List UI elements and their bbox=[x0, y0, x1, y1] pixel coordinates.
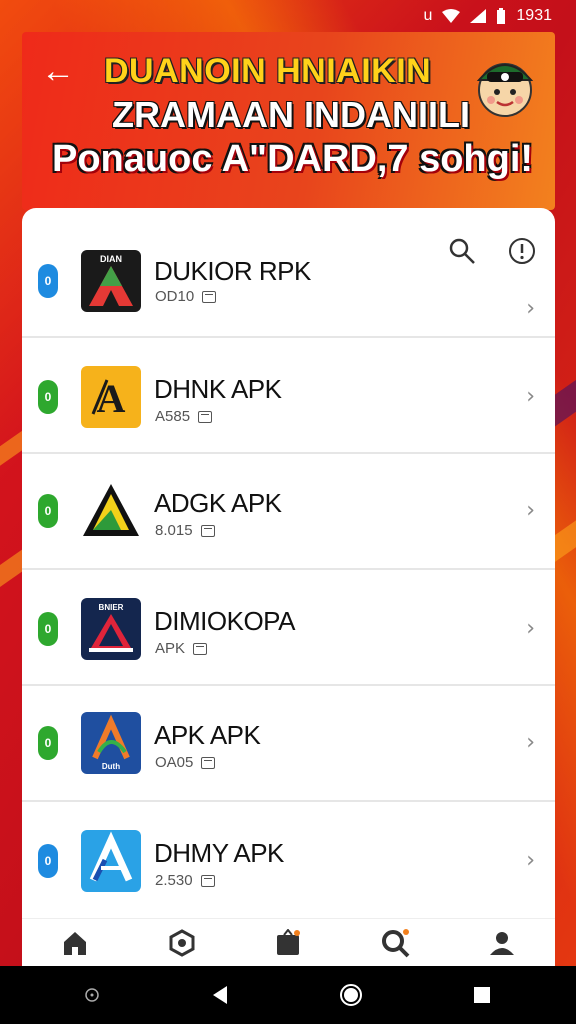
mascot-face-icon bbox=[476, 63, 534, 117]
status-pill: 0 bbox=[38, 494, 58, 528]
list-item[interactable]: 0 A DHNK APK A585 › bbox=[22, 338, 555, 454]
list-item[interactable]: 0 DIAN DUKIOR RPK OD10 › bbox=[22, 208, 555, 338]
package-icon bbox=[201, 756, 216, 769]
status-pill: 0 bbox=[38, 264, 58, 298]
package-icon bbox=[200, 524, 215, 537]
list-item[interactable]: 0 BNIER DIMIOKOPA APK › bbox=[22, 570, 555, 686]
status-pill: 0 bbox=[38, 844, 58, 878]
chevron-right-icon: › bbox=[526, 616, 535, 641]
promo-banner[interactable]: ← DUANOIN HNIAIKIN ZRAMAAN INDANIILI Pon… bbox=[22, 32, 555, 210]
app-name: APK APK bbox=[154, 720, 261, 750]
app-meta: A585 bbox=[155, 408, 213, 425]
chevron-right-icon: › bbox=[526, 296, 535, 321]
info-icon[interactable] bbox=[507, 236, 537, 266]
banner-subheadline: ZRAMAAN INDANIILI bbox=[112, 94, 470, 135]
search-icon bbox=[382, 928, 410, 957]
profile-icon bbox=[489, 931, 514, 955]
app-name: ADGK APK bbox=[154, 488, 282, 518]
chevron-right-icon: › bbox=[526, 384, 535, 409]
search-icon[interactable] bbox=[447, 236, 477, 266]
home-icon bbox=[64, 931, 87, 955]
package-icon bbox=[202, 290, 217, 303]
system-nav-bar bbox=[0, 966, 576, 1024]
status-pill: 0 bbox=[38, 380, 58, 414]
app-name: DHMY APK bbox=[154, 838, 284, 868]
banner-headline: DUANOIN HNIAIKIN bbox=[104, 52, 432, 90]
app-meta: 2.530 bbox=[155, 872, 215, 889]
battery-icon bbox=[497, 8, 506, 24]
status-pill: 0 bbox=[38, 612, 58, 646]
package-icon bbox=[198, 410, 213, 423]
letter-a-navy-icon: BNIER bbox=[81, 598, 141, 660]
svg-text:DIAN: DIAN bbox=[100, 254, 122, 264]
apps-icon bbox=[277, 928, 301, 955]
triangle-green-yellow-icon bbox=[81, 480, 141, 542]
app-meta: 8.015 bbox=[155, 522, 215, 539]
chevron-right-icon: › bbox=[526, 498, 535, 523]
recents-icon[interactable] bbox=[472, 985, 492, 1005]
chevron-right-icon: › bbox=[526, 730, 535, 755]
nav-games[interactable] bbox=[162, 923, 202, 963]
nav-profile[interactable] bbox=[482, 923, 522, 963]
app-list: 0 DIAN DUKIOR RPK OD10 › 0 A DHNK APK A5… bbox=[22, 208, 555, 918]
app-list-card: 0 DIAN DUKIOR RPK OD10 › 0 A DHNK APK A5… bbox=[22, 208, 555, 968]
bottom-nav bbox=[22, 918, 555, 966]
app-name: DIMIOKOPA bbox=[154, 606, 295, 636]
nav-search[interactable] bbox=[375, 923, 415, 963]
list-item[interactable]: 0 Duth APK APK OA05 › bbox=[22, 686, 555, 802]
svg-text:BNIER: BNIER bbox=[99, 603, 124, 612]
letter-a-lightblue-icon bbox=[81, 830, 141, 892]
wifi-icon bbox=[442, 9, 461, 23]
letter-a-yellow-icon: A bbox=[81, 366, 141, 428]
status-time: 1931 bbox=[516, 7, 552, 24]
games-icon bbox=[169, 928, 195, 957]
letter-a-blue-icon: Duth bbox=[81, 712, 141, 774]
list-item[interactable]: 0 ADGK APK 8.015 › bbox=[22, 454, 555, 570]
chevron-right-icon: › bbox=[526, 848, 535, 873]
signal-icon bbox=[470, 9, 487, 23]
card-actions bbox=[447, 236, 537, 266]
nav-apps[interactable] bbox=[268, 923, 308, 963]
carrier-icon: u bbox=[423, 7, 433, 24]
package-icon bbox=[200, 874, 215, 887]
app-name: DHNK APK bbox=[154, 374, 282, 404]
back-arrow-icon[interactable]: ← bbox=[38, 52, 78, 92]
back-icon[interactable] bbox=[209, 984, 231, 1006]
app-name: DUKIOR RPK bbox=[154, 256, 311, 286]
svg-text:Duth: Duth bbox=[102, 762, 120, 771]
app-meta: OD10 bbox=[155, 288, 217, 305]
circle-dot-icon[interactable] bbox=[84, 987, 100, 1003]
list-item[interactable]: 0 DHMY APK 2.530 › bbox=[22, 802, 555, 918]
status-pill: 0 bbox=[38, 726, 58, 760]
home-button-icon[interactable] bbox=[339, 983, 363, 1007]
banner-tagline: Ponauoc A"DARD,7 sohgi! bbox=[52, 138, 534, 180]
package-icon bbox=[193, 642, 208, 655]
app-meta: OA05 bbox=[155, 754, 216, 771]
status-bar: u 1931 bbox=[0, 0, 576, 32]
nav-home[interactable] bbox=[55, 923, 95, 963]
triangle-multicolor-icon: DIAN bbox=[81, 250, 141, 312]
app-meta: APK bbox=[155, 640, 208, 657]
